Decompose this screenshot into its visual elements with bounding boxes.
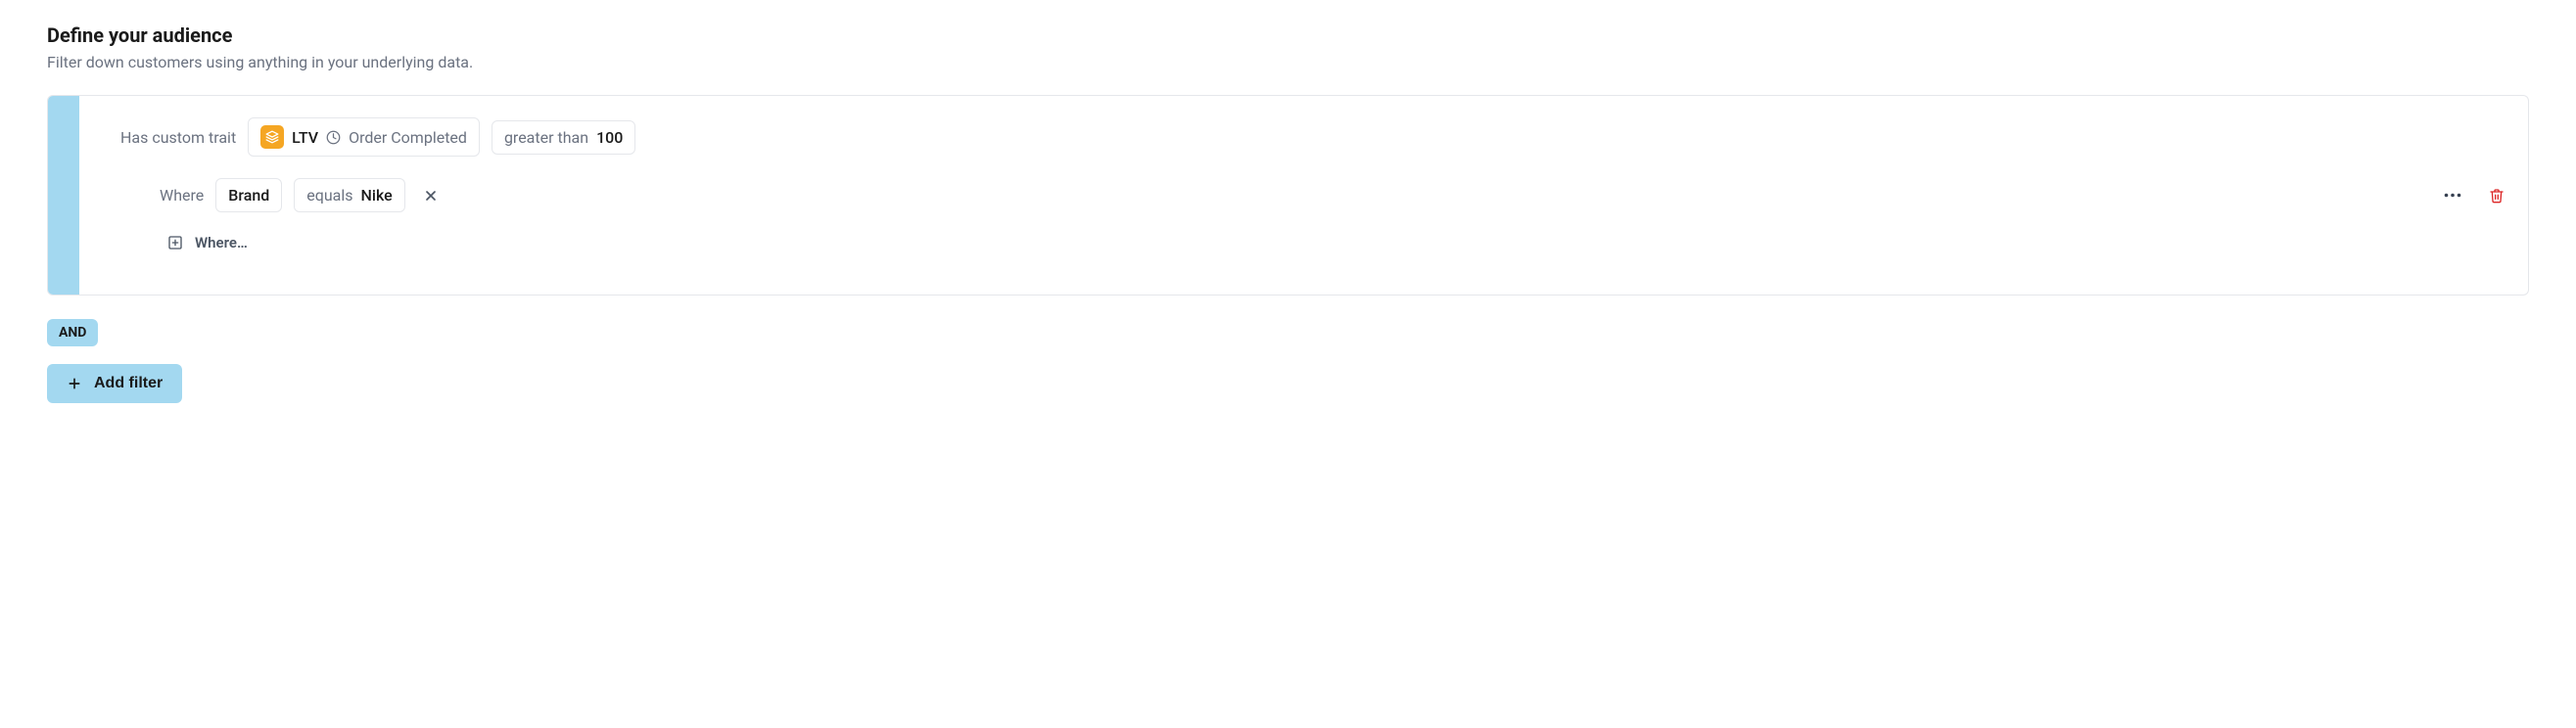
delete-button[interactable]: [2489, 187, 2505, 205]
operator-pill[interactable]: greater than 100: [492, 120, 635, 155]
add-where-label: Where…: [195, 234, 248, 251]
add-filter-label: Add filter: [94, 375, 163, 392]
where-row: Where Brand equals Nike: [160, 178, 2501, 212]
operator-value: 100: [596, 128, 623, 147]
add-filter-button[interactable]: Add filter: [47, 364, 182, 403]
filter-card: Has custom trait LTV Order Comp: [47, 95, 2529, 296]
trait-label: Has custom trait: [120, 128, 236, 147]
layers-icon: [260, 125, 284, 149]
where-property-pill[interactable]: Brand: [215, 178, 282, 212]
add-where-row: Where…: [167, 234, 2501, 251]
where-property: Brand: [228, 186, 269, 205]
add-where-button[interactable]: Where…: [167, 234, 248, 251]
where-label: Where: [160, 186, 204, 205]
more-button[interactable]: [2444, 193, 2461, 198]
where-value: Nike: [361, 186, 393, 205]
where-operator-pill[interactable]: equals Nike: [294, 178, 404, 212]
trait-name: LTV: [292, 128, 318, 147]
clock-icon: [326, 130, 341, 145]
trait-event: Order Completed: [349, 128, 467, 147]
section-title: Define your audience: [47, 23, 2529, 47]
where-operator: equals: [306, 186, 352, 205]
filter-card-accent: [48, 96, 79, 295]
card-actions: [2444, 187, 2505, 205]
close-icon: [423, 188, 439, 204]
trash-icon: [2489, 187, 2505, 205]
and-badge[interactable]: AND: [47, 319, 98, 346]
trait-pill[interactable]: LTV Order Completed: [248, 117, 480, 157]
filter-card-body: Has custom trait LTV Order Comp: [79, 96, 2528, 295]
more-horizontal-icon: [2444, 193, 2461, 198]
plus-square-icon: [167, 235, 183, 250]
operator-text: greater than: [504, 128, 588, 147]
plus-icon: [67, 376, 82, 391]
trait-row: Has custom trait LTV Order Comp: [120, 117, 2501, 157]
remove-where-button[interactable]: [417, 182, 445, 209]
section-subtitle: Filter down customers using anything in …: [47, 53, 2529, 71]
